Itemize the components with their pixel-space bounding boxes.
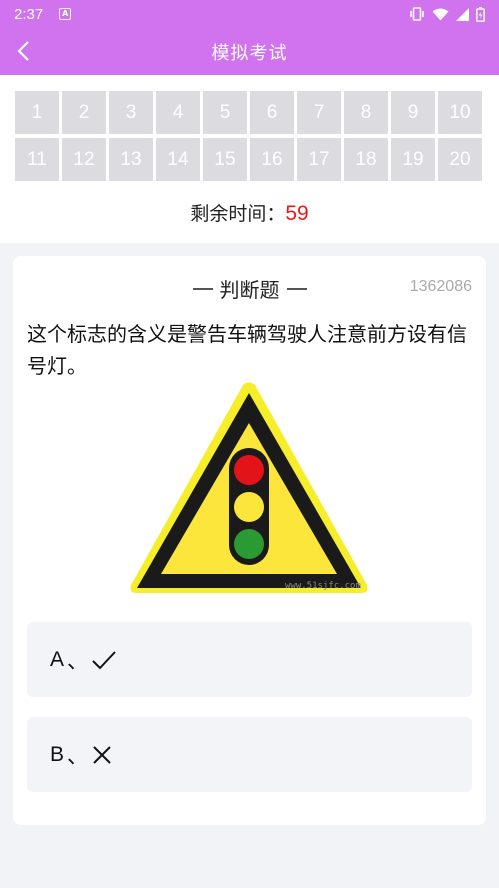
- wifi-icon: [432, 8, 449, 20]
- dash-right: [286, 287, 307, 290]
- question-number-cell[interactable]: 11: [15, 138, 59, 181]
- timer-value: 59: [285, 202, 309, 225]
- status-icons: [409, 6, 485, 22]
- timer-label: 剩余时间：: [190, 203, 286, 225]
- option-a-letter: A: [50, 647, 65, 671]
- status-time: 2:37: [14, 5, 44, 23]
- question-text: 这个标志的含义是警告车辆驾驶人注意前方设有信号灯。: [27, 322, 467, 378]
- question-number-cell[interactable]: 17: [297, 138, 341, 181]
- question-number-grid: 1 2 3 4 5 6 7 8 9 10 11 12 13 14 15 16 17 18 19 20: [15, 91, 485, 181]
- question-number-cell[interactable]: 5: [203, 91, 247, 134]
- question-number-cell[interactable]: 19: [391, 138, 435, 181]
- question-id: 1362086: [409, 278, 472, 295]
- question-number-cell[interactable]: 1: [15, 91, 59, 134]
- question-number-cell[interactable]: 18: [344, 138, 388, 181]
- question-number-cell[interactable]: 6: [250, 91, 294, 134]
- check-icon: [91, 649, 117, 671]
- option-b-separator: 、: [67, 743, 89, 768]
- status-bar: 2:37 A: [0, 0, 499, 28]
- option-a-separator: 、: [67, 648, 89, 673]
- signal-icon: [456, 7, 469, 21]
- question-type-label: 判断题: [219, 278, 280, 302]
- app-header: 2:37 A 模拟考试: [0, 0, 499, 75]
- question-number-cell[interactable]: 3: [109, 91, 153, 134]
- question-number-cell[interactable]: 12: [62, 138, 106, 181]
- cross-icon: [91, 744, 113, 766]
- battery-icon: [476, 6, 485, 22]
- question-number-cell[interactable]: 8: [344, 91, 388, 134]
- question-number-cell[interactable]: 15: [203, 138, 247, 181]
- vibrate-icon: [410, 7, 424, 21]
- countdown-timer: 剩余时间：59: [0, 199, 499, 226]
- question-number-cell[interactable]: 20: [438, 138, 482, 181]
- question-number-cell[interactable]: 4: [156, 91, 200, 134]
- option-a[interactable]: A 、: [27, 622, 472, 697]
- image-watermark: www.51sjfc.com: [285, 581, 361, 591]
- page-title: 模拟考试: [211, 42, 288, 64]
- chevron-left-icon[interactable]: [12, 38, 38, 64]
- option-b[interactable]: B 、: [27, 717, 472, 792]
- option-b-letter: B: [50, 742, 65, 766]
- question-number-panel: 1 2 3 4 5 6 7 8 9 10 11 12 13 14 15 16 17 18 19 20 剩余时间：59: [0, 75, 499, 243]
- traffic-signal-warning-sign-image: www.51sjfc.com: [128, 381, 370, 597]
- question-number-cell[interactable]: 14: [156, 138, 200, 181]
- question-number-cell[interactable]: 13: [109, 138, 153, 181]
- question-number-cell[interactable]: 9: [391, 91, 435, 134]
- dash-left: [192, 287, 213, 290]
- question-card: 判断题 1362086 这个标志的含义是警告车辆驾驶人注意前方设有信号灯。 ww…: [13, 256, 486, 825]
- question-number-cell[interactable]: 16: [250, 138, 294, 181]
- nav-bar: 模拟考试: [0, 28, 499, 75]
- question-number-cell[interactable]: 2: [62, 91, 106, 134]
- notification-a-icon: A: [59, 8, 72, 20]
- question-number-cell[interactable]: 7: [297, 91, 341, 134]
- question-number-cell[interactable]: 10: [438, 91, 482, 134]
